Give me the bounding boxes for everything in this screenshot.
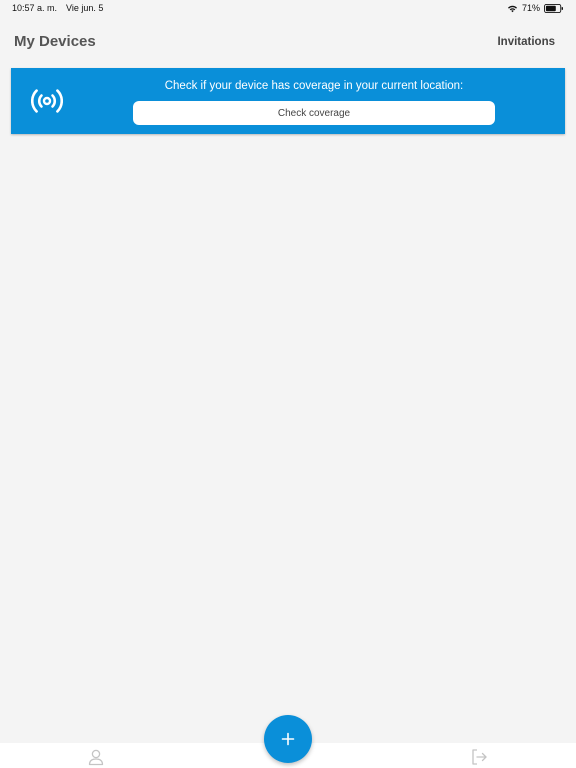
add-device-button[interactable] — [264, 715, 312, 763]
status-right: 71% — [507, 3, 564, 13]
profile-icon — [88, 749, 104, 766]
wifi-icon — [507, 5, 517, 12]
check-coverage-button[interactable]: Check coverage — [133, 101, 495, 125]
status-left: 10:57 a. m. Vie jun. 5 — [12, 3, 103, 13]
status-time: 10:57 a. m. — [12, 3, 58, 13]
coverage-banner: Check if your device has coverage in you… — [11, 68, 565, 134]
status-bar: 10:57 a. m. Vie jun. 5 71% — [0, 0, 576, 18]
plus-icon — [281, 732, 295, 746]
broadcast-icon — [31, 89, 63, 113]
header: My Devices Invitations — [0, 22, 576, 62]
logout-icon — [472, 749, 487, 765]
status-date: Vie jun. 5 — [66, 3, 104, 13]
invitations-link[interactable]: Invitations — [497, 36, 555, 48]
page-title: My Devices — [14, 33, 96, 50]
battery-percent: 71% — [521, 3, 540, 13]
tab-logout[interactable] — [470, 748, 488, 766]
coverage-message: Check if your device has coverage in you… — [164, 80, 464, 92]
battery-icon — [544, 3, 563, 13]
tab-profile[interactable] — [87, 748, 105, 766]
